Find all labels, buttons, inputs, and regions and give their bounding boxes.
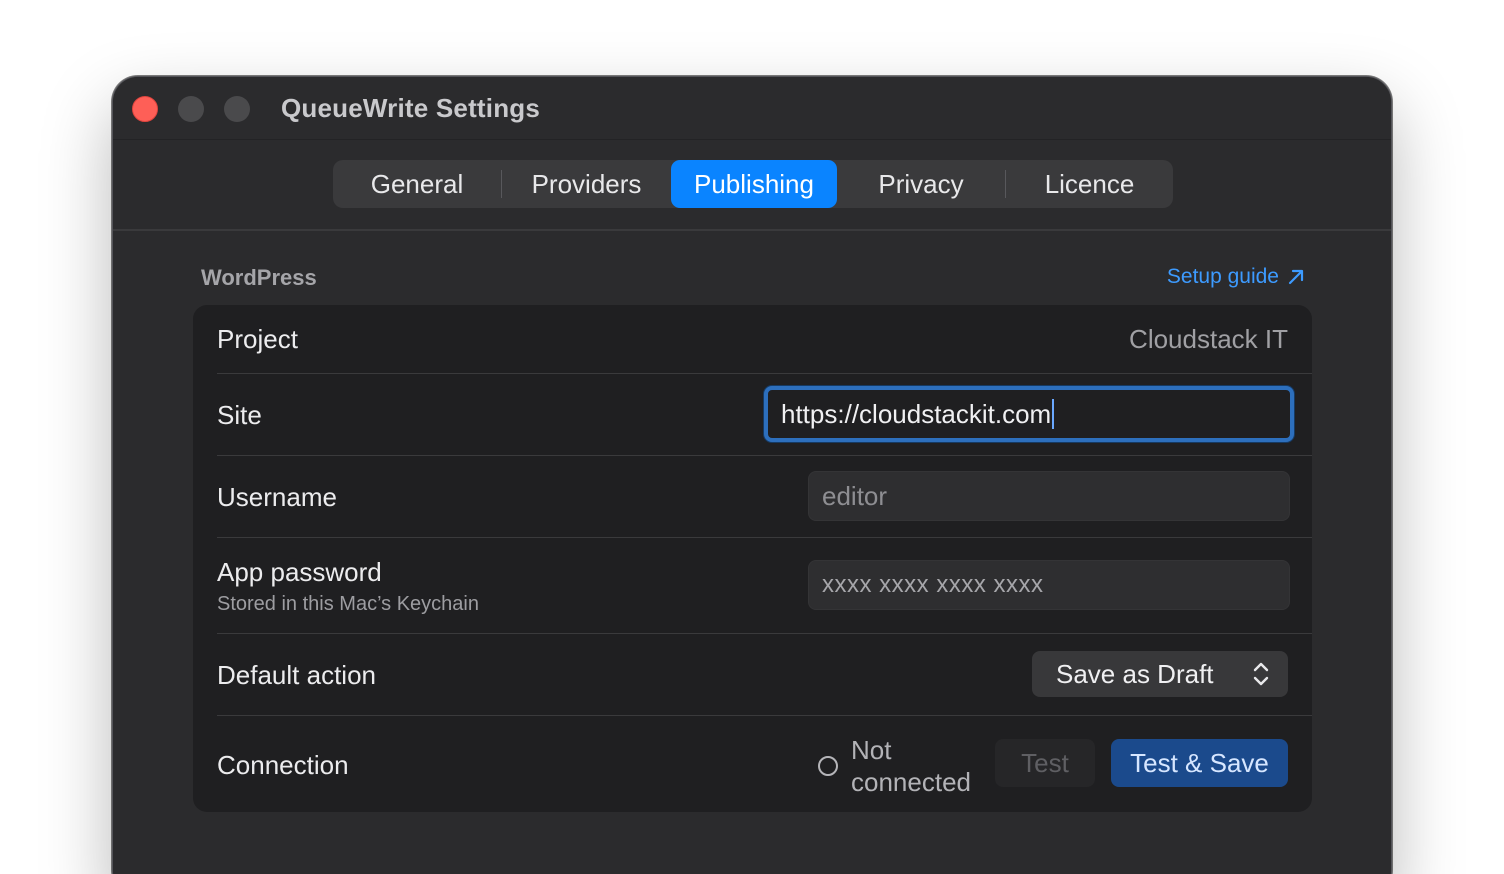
tab-publishing[interactable]: Publishing [671, 160, 837, 208]
project-label: Project [217, 324, 298, 354]
project-row: Project Cloudstack IT [217, 305, 1312, 374]
default-action-select[interactable]: Save as Draft [1032, 651, 1288, 697]
settings-window: QueueWrite Settings General Providers Pu… [112, 76, 1392, 874]
text-caret [1052, 399, 1055, 429]
site-input[interactable]: https://cloudstackit.com [764, 386, 1294, 442]
chevron-up-down-icon [1253, 662, 1269, 686]
username-label: Username [217, 482, 337, 512]
tab-privacy[interactable]: Privacy [837, 160, 1005, 208]
username-input[interactable] [808, 471, 1290, 521]
settings-toolbar: General Providers Publishing Privacy Lic… [113, 140, 1391, 231]
zoom-window-button[interactable] [224, 96, 250, 122]
minimize-window-button[interactable] [178, 96, 204, 122]
window-title: QueueWrite Settings [281, 93, 541, 123]
publishing-pane: WordPress Setup guide Project Cloudstack… [113, 231, 1391, 874]
connection-row: Connection Not connected Test Test & Sav… [217, 716, 1312, 812]
default-action-selected: Save as Draft [1056, 658, 1214, 689]
connection-label: Connection [217, 750, 349, 780]
default-action-row: Default action Save as Draft [217, 634, 1312, 716]
setup-guide-label: Setup guide [1166, 265, 1279, 288]
default-action-label: Default action [217, 660, 376, 690]
project-value: Cloudstack IT [1129, 324, 1288, 354]
site-input-value: https://cloudstackit.com [781, 398, 1052, 429]
tab-licence[interactable]: Licence [1006, 160, 1173, 208]
site-label: Site [217, 400, 262, 430]
settings-tab-bar: General Providers Publishing Privacy Lic… [333, 160, 1173, 208]
wordpress-settings-card: Project Cloudstack IT Site https://cloud… [193, 305, 1312, 812]
app-password-row: App password Stored in this Mac’s Keycha… [217, 538, 1312, 634]
username-row: Username [217, 456, 1312, 538]
title-bar: QueueWrite Settings [113, 77, 1391, 140]
app-password-hint: Stored in this Mac’s Keychain [217, 593, 479, 615]
section-title: WordPress [201, 265, 317, 290]
test-and-save-button[interactable]: Test & Save [1111, 739, 1288, 787]
close-window-button[interactable] [132, 96, 158, 122]
app-password-label: App password [217, 557, 382, 587]
setup-guide-link[interactable]: Setup guide [1167, 265, 1305, 289]
app-password-input[interactable] [808, 560, 1290, 610]
test-button[interactable]: Test [995, 739, 1095, 787]
site-row: Site https://cloudstackit.com [217, 374, 1312, 456]
connection-status: Not connected [818, 734, 991, 798]
tab-providers[interactable]: Providers [502, 160, 671, 208]
arrow-up-right-icon [1288, 269, 1304, 285]
status-circle-icon [818, 756, 838, 776]
connection-status-text: Not connected [851, 735, 971, 797]
tab-general[interactable]: General [333, 160, 501, 208]
